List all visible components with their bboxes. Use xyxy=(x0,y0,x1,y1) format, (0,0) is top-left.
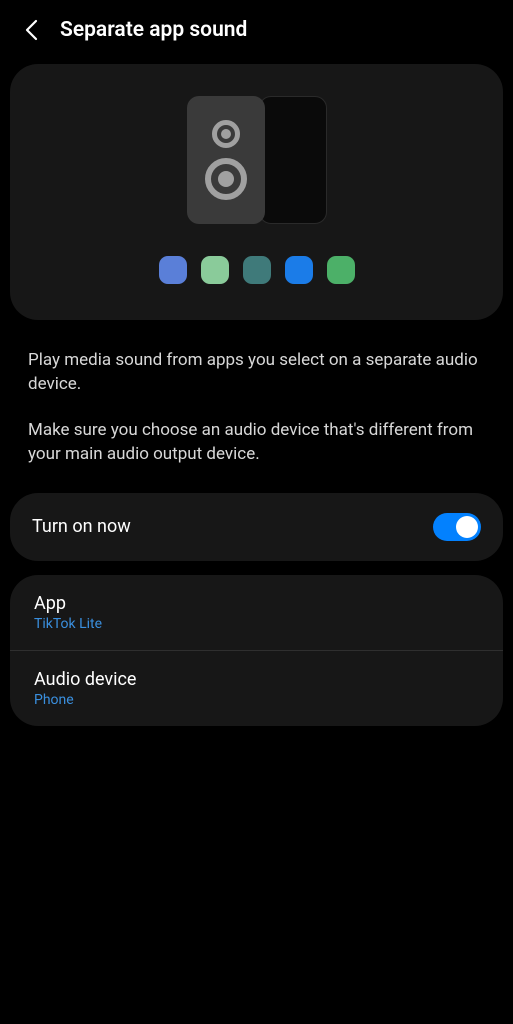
toggle-switch[interactable] xyxy=(433,513,481,541)
app-icon-placeholder xyxy=(159,256,187,284)
audio-device-setting-row[interactable]: Audio device Phone xyxy=(10,650,503,726)
app-icons-row xyxy=(159,256,355,284)
turn-on-toggle-row[interactable]: Turn on now xyxy=(10,493,503,561)
app-setting-value: TikTok Lite xyxy=(34,616,479,632)
app-icon-placeholder xyxy=(327,256,355,284)
app-setting-row[interactable]: App TikTok Lite xyxy=(10,575,503,650)
toggle-knob xyxy=(456,516,478,538)
page-title: Separate app sound xyxy=(60,18,247,42)
header: Separate app sound xyxy=(0,0,513,54)
toggle-label: Turn on now xyxy=(32,516,131,537)
description-text: Play media sound from apps you select on… xyxy=(0,320,513,493)
app-setting-title: App xyxy=(34,593,479,614)
app-icon-placeholder xyxy=(285,256,313,284)
audio-device-title: Audio device xyxy=(34,669,479,690)
app-icon-placeholder xyxy=(201,256,229,284)
phone-icon xyxy=(259,96,327,224)
devices-illustration xyxy=(187,96,327,224)
settings-card: App TikTok Lite Audio device Phone xyxy=(10,575,503,726)
back-icon[interactable] xyxy=(20,19,42,41)
audio-device-value: Phone xyxy=(34,692,479,708)
illustration-card xyxy=(10,64,503,320)
description-para1: Play media sound from apps you select on… xyxy=(28,348,485,396)
speaker-icon xyxy=(187,96,265,224)
app-icon-placeholder xyxy=(243,256,271,284)
description-para2: Make sure you choose an audio device tha… xyxy=(28,418,485,466)
